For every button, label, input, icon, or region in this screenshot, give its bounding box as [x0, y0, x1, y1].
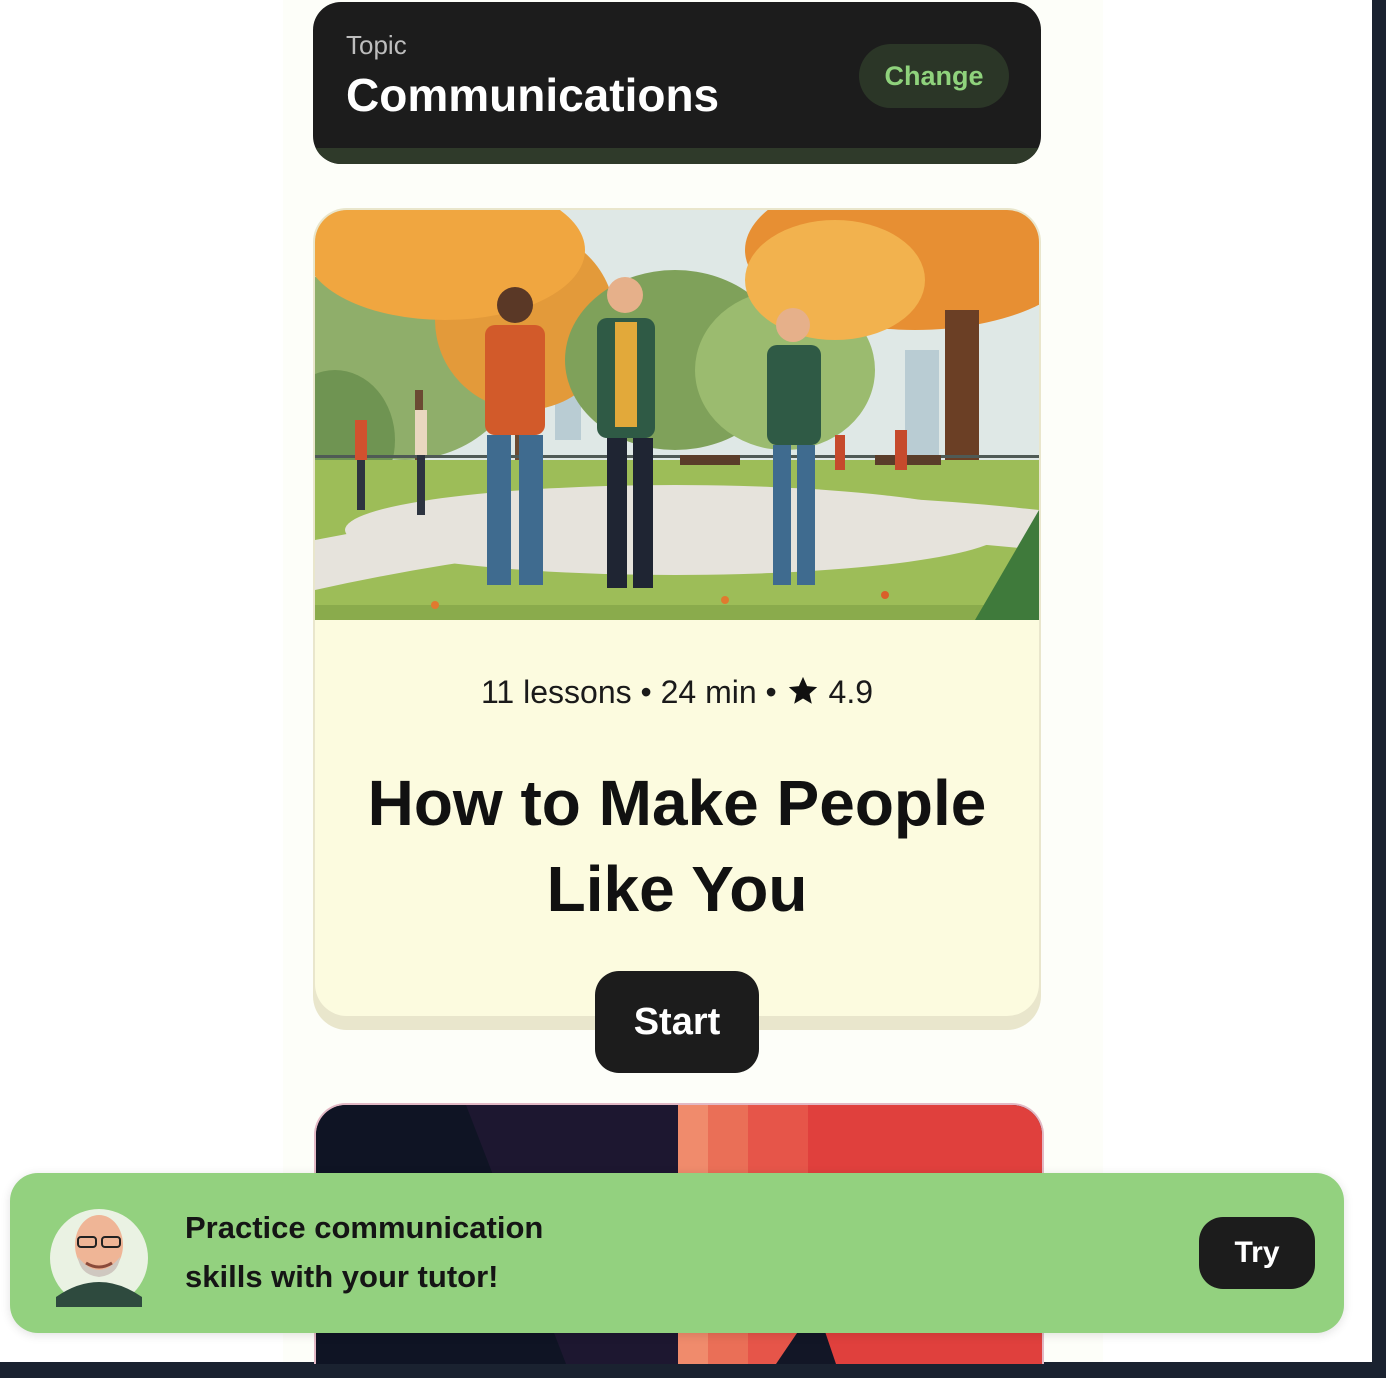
- start-button[interactable]: Start: [595, 971, 759, 1073]
- topic-title: Communications: [346, 69, 720, 121]
- course-title: How to Make People Like You: [313, 760, 1041, 932]
- meta-separator: •: [640, 674, 652, 710]
- window-frame-bottom: [0, 1362, 1386, 1378]
- course-title-line-2: Like You: [546, 853, 808, 925]
- banner-line-1: Practice communication: [185, 1210, 544, 1245]
- lesson-count: 11 lessons: [481, 674, 632, 710]
- try-button[interactable]: Try: [1199, 1217, 1315, 1289]
- tutor-banner[interactable]: Practice communication skills with your …: [10, 1173, 1344, 1333]
- window-frame-right: [1372, 0, 1386, 1378]
- course-title-line-1: How to Make People: [367, 767, 987, 839]
- course-rating: 4.9: [828, 674, 873, 710]
- topic-card: Topic Communications Change: [313, 2, 1041, 164]
- change-topic-button[interactable]: Change: [859, 44, 1009, 108]
- course-meta: 11 lessons • 24 min • 4.9: [313, 674, 1041, 711]
- meta-separator: •: [765, 674, 777, 710]
- star-icon: [788, 676, 817, 704]
- topic-card-accent: [313, 148, 1041, 164]
- course-duration: 24 min: [660, 674, 757, 710]
- banner-line-2: skills with your tutor!: [185, 1259, 499, 1294]
- course-illustration: [315, 210, 1039, 620]
- tutor-avatar: [50, 1209, 148, 1307]
- banner-message: Practice communication skills with your …: [185, 1203, 745, 1301]
- topic-label: Topic: [346, 30, 407, 60]
